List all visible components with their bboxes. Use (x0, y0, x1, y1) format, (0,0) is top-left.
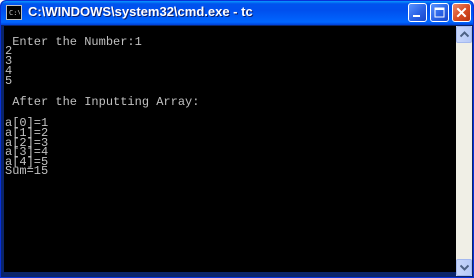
console-line: Enter the Number:1 (5, 35, 142, 49)
vertical-scrollbar[interactable] (456, 26, 472, 276)
scroll-up-arrow-icon (460, 31, 469, 38)
console-window: C:\ C:\WINDOWS\system32\cmd.exe - tc Ent… (0, 0, 474, 278)
cmd-prompt-icon[interactable]: C:\ (6, 5, 22, 20)
close-icon (456, 7, 467, 18)
svg-text:C:\: C:\ (9, 9, 20, 17)
console-line: After the Inputting Array: (5, 95, 200, 109)
maximize-button[interactable] (430, 3, 449, 22)
scroll-down-button[interactable] (456, 259, 472, 276)
console-line: 5 (5, 74, 13, 88)
close-button[interactable] (452, 3, 471, 22)
window-bottom-border (1, 272, 456, 277)
console-line: Sum=15 (5, 164, 49, 178)
window-title: C:\WINDOWS\system32\cmd.exe - tc (28, 4, 253, 19)
console-output[interactable]: Enter the Number:1 2 3 4 5 After the Inp… (4, 26, 456, 272)
minimize-icon (413, 15, 420, 17)
minimize-button[interactable] (408, 3, 427, 22)
title-bar[interactable]: C:\ C:\WINDOWS\system32\cmd.exe - tc (1, 1, 473, 25)
scroll-up-button[interactable] (456, 26, 472, 43)
scroll-down-arrow-icon (460, 264, 469, 271)
maximize-icon (434, 7, 445, 18)
